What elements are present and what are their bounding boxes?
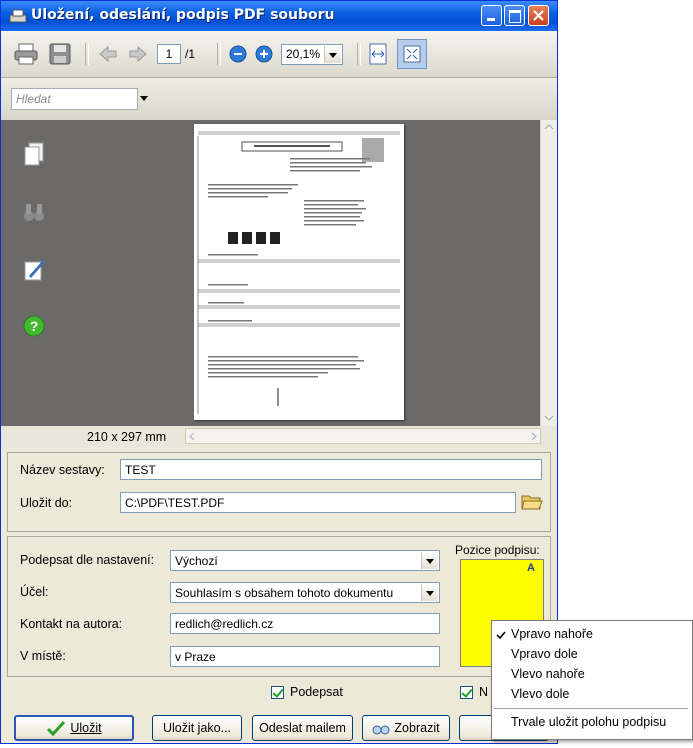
printer-icon: [14, 43, 38, 65]
svg-text:?: ?: [30, 318, 39, 334]
output-panel: Název sestavy: TEST Uložit do: C:\PDF\TE…: [7, 452, 551, 532]
binoculars-icon[interactable]: [23, 200, 45, 224]
send-mail-label: Odeslat mailem: [259, 721, 346, 735]
save-path-field[interactable]: C:\PDF\TEST.PDF: [120, 492, 516, 513]
save-as-label: Uložit jako...: [162, 721, 232, 735]
save-button[interactable]: Uložit: [14, 715, 134, 741]
contact-field[interactable]: redlich@redlich.cz: [170, 613, 440, 634]
sign-checkbox[interactable]: [271, 686, 284, 699]
menu-item-label: Vlevo nahoře: [511, 667, 585, 681]
second-checkbox-label: N: [479, 685, 489, 699]
close-button[interactable]: [528, 5, 549, 26]
search-input[interactable]: Hledat: [11, 88, 138, 110]
pdf-preview: ?: [1, 120, 557, 426]
send-mail-button[interactable]: Odeslat mailem: [252, 715, 353, 741]
app-icon: [9, 9, 27, 23]
report-name-label: Název sestavy:: [20, 463, 105, 477]
zoom-value: 20,1%: [286, 47, 321, 61]
search-placeholder: Hledat: [16, 92, 51, 106]
sign-checkbox-label: Podepsat: [290, 685, 343, 699]
fit-width-button[interactable]: [365, 41, 391, 67]
pages-icon[interactable]: [23, 142, 45, 166]
chevron-up-icon[interactable]: [544, 124, 554, 130]
menu-item-top-left[interactable]: Vlevo nahoře: [492, 665, 690, 685]
sign-pen-icon[interactable]: [23, 258, 45, 282]
second-checkbox[interactable]: [460, 686, 473, 699]
zoom-select[interactable]: 20,1%: [281, 44, 343, 65]
zoom-in-button[interactable]: [253, 41, 275, 67]
purpose-label: Účel:: [20, 585, 49, 599]
menu-item-label: Vlevo dole: [511, 687, 570, 701]
location-label: V místě:: [20, 649, 66, 663]
prev-page-button[interactable]: [95, 41, 121, 67]
menu-item-label: Trvale uložit polohu podpisu: [511, 715, 667, 729]
purpose-select[interactable]: Souhlasím s obsahem tohoto dokumentu: [170, 582, 440, 603]
floppy-icon: [49, 43, 71, 65]
sign-by-label: Podepsat dle nastavení:: [20, 553, 155, 567]
sign-profile-select[interactable]: Výchozí: [170, 550, 440, 571]
chevron-down-icon: [324, 46, 341, 63]
pdf-page-thumbnail: [194, 124, 404, 420]
help-icon[interactable]: ?: [23, 314, 45, 338]
page-total: /1: [185, 47, 196, 61]
minimize-button[interactable]: [481, 5, 502, 26]
menu-item-label: Vpravo nahoře: [511, 627, 594, 641]
menu-item-label: Vpravo dole: [511, 647, 578, 661]
search-bar: Hledat: [1, 78, 557, 121]
arrow-left-icon: [99, 45, 117, 63]
fit-page-button[interactable]: [397, 39, 427, 69]
show-label: Zobrazit: [394, 721, 440, 735]
sign-profile-value: Výchozí: [175, 554, 218, 568]
page-content: [197, 131, 400, 414]
fit-page-icon: [403, 45, 421, 63]
chevron-right-icon[interactable]: [531, 432, 537, 441]
save-button-label: Uložit: [70, 721, 102, 735]
chevron-down-icon: [421, 584, 438, 601]
viewer-toolbar: 1 /1 20,1%: [1, 31, 557, 78]
purpose-value: Souhlasím s obsahem tohoto dokumentu: [175, 586, 394, 600]
dialog-window: Uložení, odeslání, podpis PDF souboru 1 …: [0, 0, 558, 744]
page-size-label: 210 x 297 mm: [87, 430, 167, 444]
show-button[interactable]: Zobrazit: [362, 715, 450, 741]
fit-width-icon: [369, 43, 387, 65]
save-icon-button[interactable]: [47, 41, 73, 67]
chevron-down-icon[interactable]: [140, 96, 148, 102]
zoom-in-icon: [255, 45, 273, 63]
chevron-left-icon[interactable]: [189, 432, 195, 441]
save-as-button[interactable]: Uložit jako...: [152, 715, 242, 741]
menu-item-top-right[interactable]: Vpravo nahoře: [492, 625, 690, 645]
arrow-right-icon: [129, 45, 147, 63]
zoom-out-button[interactable]: [227, 41, 249, 67]
folder-open-icon[interactable]: [521, 492, 543, 512]
menu-separator: [494, 708, 688, 709]
check-icon: [496, 631, 506, 640]
signature-marker: A: [527, 562, 535, 574]
location-field[interactable]: v Praze: [170, 646, 440, 667]
page-number-input[interactable]: 1: [157, 44, 181, 64]
preview-vertical-scrollbar[interactable]: [540, 120, 557, 426]
zoom-out-icon: [229, 45, 247, 63]
signature-position-label: Pozice podpisu:: [455, 543, 540, 557]
close-icon: [533, 10, 544, 21]
menu-item-persist-position[interactable]: Trvale uložit polohu podpisu: [492, 713, 690, 733]
window-title: Uložení, odeslání, podpis PDF souboru: [31, 7, 335, 23]
print-button[interactable]: [13, 41, 39, 67]
report-name-field[interactable]: TEST: [120, 459, 542, 480]
signature-panel: Podepsat dle nastavení: Výchozí Účel: So…: [7, 536, 551, 677]
chevron-down-icon: [421, 552, 438, 569]
chevron-down-icon[interactable]: [544, 415, 554, 421]
signature-position-menu: Vpravo nahoře Vpravo dole Vlevo nahoře V…: [491, 620, 693, 740]
preview-horizontal-scrollbar[interactable]: [185, 428, 541, 444]
preview-status-bar: 210 x 297 mm: [1, 426, 557, 447]
menu-item-bottom-right[interactable]: Vpravo dole: [492, 645, 690, 665]
glasses-icon: [372, 725, 390, 735]
contact-label: Kontakt na autora:: [20, 617, 123, 631]
checkmark-icon: [47, 720, 66, 736]
menu-item-bottom-left[interactable]: Vlevo dole: [492, 685, 690, 705]
maximize-button[interactable]: [504, 5, 525, 26]
title-bar[interactable]: Uložení, odeslání, podpis PDF souboru: [1, 1, 557, 31]
next-page-button[interactable]: [125, 41, 151, 67]
save-to-label: Uložit do:: [20, 496, 73, 510]
